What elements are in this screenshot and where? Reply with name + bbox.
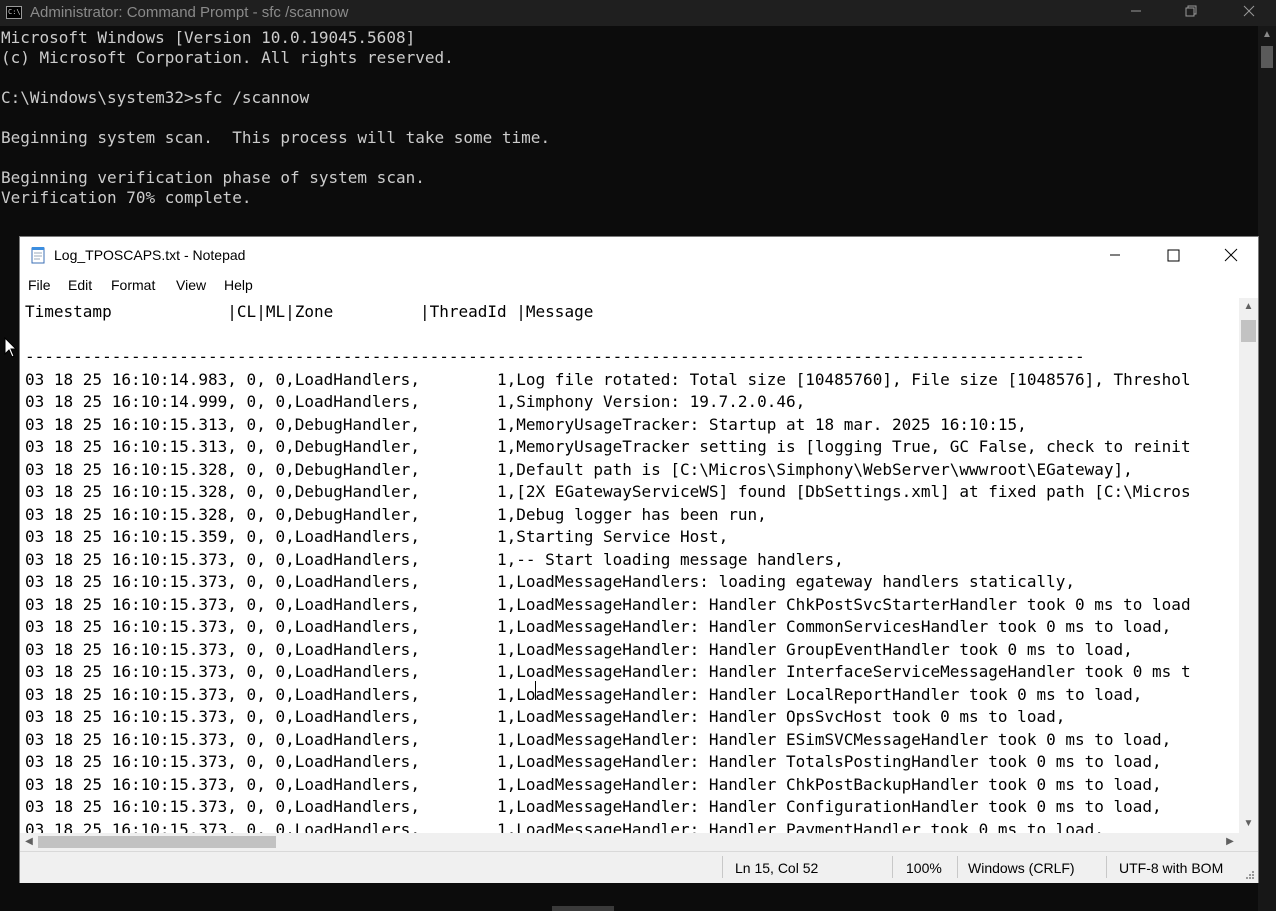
scroll-right-icon[interactable]: ▶ bbox=[1221, 833, 1239, 851]
notepad-title-bar[interactable]: Log_TPOSCAPS.txt - Notepad bbox=[20, 237, 1258, 273]
cmd-close-button[interactable] bbox=[1226, 0, 1272, 26]
status-cursor-position: Ln 15, Col 52 bbox=[735, 860, 819, 876]
scroll-up-icon[interactable]: ▲ bbox=[1258, 26, 1276, 44]
menu-file[interactable]: File bbox=[28, 277, 51, 293]
menu-view[interactable]: View bbox=[176, 277, 206, 293]
status-line-ending: Windows (CRLF) bbox=[968, 860, 1075, 876]
notepad-horizontal-scrollbar[interactable]: ◀ ▶ bbox=[20, 833, 1239, 851]
notepad-maximize-button[interactable] bbox=[1144, 237, 1202, 273]
menu-help[interactable]: Help bbox=[224, 277, 253, 293]
resize-grip-icon[interactable] bbox=[1245, 870, 1255, 880]
cmd-restore-button[interactable] bbox=[1168, 0, 1214, 26]
cmd-horizontal-scroll-thumb[interactable] bbox=[552, 906, 614, 911]
close-icon bbox=[1243, 5, 1255, 17]
notepad-menu-bar: File Edit Format View Help bbox=[20, 274, 1258, 296]
notepad-close-button[interactable] bbox=[1202, 237, 1260, 273]
notepad-status-bar: Ln 15, Col 52 100% Windows (CRLF) UTF-8 … bbox=[20, 851, 1258, 883]
scroll-left-icon[interactable]: ◀ bbox=[20, 833, 38, 851]
cmd-vertical-scrollbar[interactable]: ▲ bbox=[1258, 26, 1276, 911]
close-icon bbox=[1224, 248, 1238, 262]
menu-edit[interactable]: Edit bbox=[68, 277, 92, 293]
mouse-pointer-icon bbox=[4, 337, 18, 358]
notepad-icon bbox=[31, 247, 45, 264]
minimize-icon bbox=[1131, 10, 1141, 12]
scroll-up-icon[interactable]: ▲ bbox=[1239, 298, 1258, 316]
menu-format[interactable]: Format bbox=[111, 277, 155, 293]
cmd-title-bar[interactable]: C:\ Administrator: Command Prompt - sfc … bbox=[0, 0, 1276, 26]
cmd-scroll-thumb[interactable] bbox=[1261, 46, 1273, 68]
cmd-output-text: Microsoft Windows [Version 10.0.19045.56… bbox=[1, 28, 551, 207]
notepad-window[interactable]: Log_TPOSCAPS.txt - Notepad File Edit For… bbox=[20, 237, 1258, 883]
notepad-vertical-scroll-thumb[interactable] bbox=[1241, 320, 1256, 342]
notepad-horizontal-scroll-thumb[interactable] bbox=[38, 836, 276, 848]
cmd-minimize-button[interactable] bbox=[1113, 0, 1159, 26]
minimize-icon bbox=[1110, 254, 1120, 256]
status-separator bbox=[722, 856, 723, 878]
cmd-window-title: Administrator: Command Prompt - sfc /sca… bbox=[30, 4, 349, 21]
scroll-down-icon[interactable]: ▼ bbox=[1239, 815, 1258, 833]
notepad-window-title: Log_TPOSCAPS.txt - Notepad bbox=[54, 247, 246, 263]
status-separator bbox=[892, 856, 893, 878]
status-separator bbox=[1106, 856, 1107, 878]
restore-icon bbox=[1185, 5, 1197, 17]
notepad-text-area[interactable]: Timestamp |CL|ML|Zone |ThreadId |Message… bbox=[20, 298, 1239, 833]
status-separator bbox=[957, 856, 958, 878]
status-encoding: UTF-8 with BOM bbox=[1119, 860, 1224, 876]
scrollbar-corner bbox=[1239, 833, 1258, 851]
notepad-vertical-scrollbar[interactable]: ▲ ▼ bbox=[1239, 298, 1258, 833]
text-caret bbox=[535, 681, 536, 700]
cmd-app-icon: C:\ bbox=[6, 6, 22, 19]
status-zoom: 100% bbox=[906, 860, 942, 876]
notepad-minimize-button[interactable] bbox=[1086, 237, 1144, 273]
maximize-icon bbox=[1167, 249, 1179, 261]
log-file-content: Timestamp |CL|ML|Zone |ThreadId |Message… bbox=[25, 302, 1191, 833]
